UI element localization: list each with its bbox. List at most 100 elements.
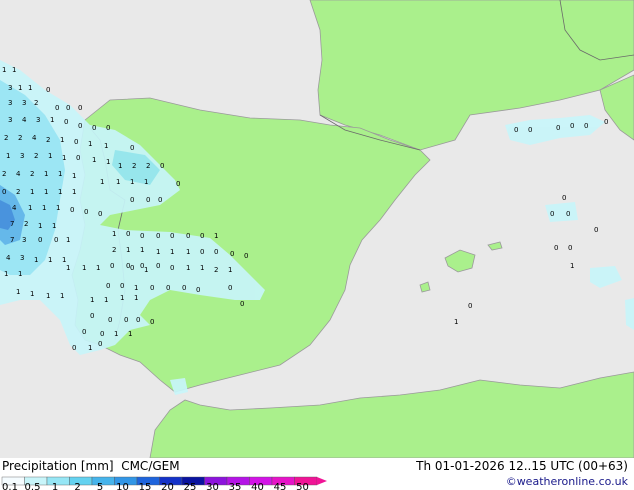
scale-tick-label: 30 — [206, 482, 219, 490]
precip-value: 1 — [56, 204, 60, 212]
precip-value: 0 — [150, 318, 154, 326]
precip-value: 0 — [106, 282, 110, 290]
precip-value: 1 — [96, 264, 100, 272]
precip-value: 0 — [568, 244, 572, 252]
precip-value: 2 — [34, 152, 38, 160]
precip-value: 1 — [126, 246, 130, 254]
precip-value: 0 — [64, 118, 68, 126]
precip-value: 1 — [18, 84, 22, 92]
precip-value: 1 — [156, 248, 160, 256]
scale-tick-label: 45 — [273, 482, 287, 490]
precip-value: 2 — [146, 162, 150, 170]
precip-value: 0 — [55, 104, 59, 112]
precip-value: 2 — [16, 188, 20, 196]
precip-value: 1 — [38, 222, 42, 230]
precip-value: 3 — [36, 116, 40, 124]
precip-value: 1 — [58, 188, 62, 196]
precip-value: 2 — [4, 134, 8, 142]
precip-value: 0 — [72, 344, 76, 352]
precip-value: 1 — [50, 116, 54, 124]
precip-value: 1 — [186, 248, 190, 256]
precip-value: 2 — [18, 134, 22, 142]
scale-tick-label: 50 — [296, 482, 309, 490]
precip-value: 1 — [66, 264, 70, 272]
precip-value: 7 — [10, 236, 14, 244]
precip-value: 0 — [156, 262, 160, 270]
precip-value: 1 — [42, 204, 46, 212]
scale-tick-label: 0.5 — [24, 482, 41, 490]
precip-value: 0 — [570, 122, 574, 130]
precip-value: 1 — [60, 292, 64, 300]
precip-value: 0 — [176, 180, 180, 188]
precip-value: 1 — [186, 264, 190, 272]
scale-arrow — [317, 477, 327, 485]
precip-value: 0 — [66, 104, 70, 112]
precip-value: 1 — [52, 222, 56, 230]
precip-value: 1 — [6, 152, 10, 160]
precip-value: 1 — [140, 246, 144, 254]
precip-value: 0 — [90, 312, 94, 320]
precip-value: 0 — [170, 264, 174, 272]
precip-value: 0 — [182, 284, 186, 292]
precip-value: 0 — [196, 286, 200, 294]
precip-value: 1 — [104, 142, 108, 150]
precip-value: 1 — [72, 188, 76, 196]
precip-value: 0 — [82, 328, 86, 336]
precip-value: 1 — [118, 162, 122, 170]
precip-value: 0 — [214, 248, 218, 256]
precip-value: 2 — [214, 266, 218, 274]
valid-time: Th 01-01-2026 12..15 UTC (00+63) — [416, 459, 628, 473]
precip-value: 1 — [88, 140, 92, 148]
precip-value: 0 — [594, 226, 598, 234]
precip-value: 0 — [200, 248, 204, 256]
precip-value: 0 — [110, 262, 114, 270]
precip-value: 2 — [2, 170, 6, 178]
precip-value: 1 — [12, 66, 16, 74]
precip-value: 0 — [150, 284, 154, 292]
legend-title-text: Precipitation [mm] — [2, 459, 114, 473]
precip-value: 0 — [550, 210, 554, 218]
precip-value: 1 — [144, 178, 148, 186]
map-viewer: 1131103320003431000022421011132110110242… — [0, 0, 634, 490]
precip-value: 0 — [566, 210, 570, 218]
precip-value: 0 — [554, 244, 558, 252]
precip-value: 0 — [76, 154, 80, 162]
scale-swatch — [91, 476, 115, 486]
precip-value: 0 — [200, 232, 204, 240]
precip-value: 0 — [136, 316, 140, 324]
precip-value: 3 — [8, 84, 12, 92]
precip-value: 1 — [454, 318, 458, 326]
precip-value: 0 — [156, 232, 160, 240]
precip-value: 1 — [44, 170, 48, 178]
precip-value: 4 — [12, 204, 17, 212]
scale-tick-label: 10 — [116, 482, 129, 490]
precip-value: 1 — [120, 294, 124, 302]
precip-value: 0 — [2, 188, 6, 196]
precip-value: 1 — [62, 154, 66, 162]
scale-swatch — [46, 476, 70, 486]
credit-link[interactable]: ©weatheronline.co.uk — [506, 475, 628, 488]
precip-value: 1 — [92, 156, 96, 164]
precip-value: 0 — [468, 302, 472, 310]
precip-value: 3 — [8, 99, 12, 107]
precip-value: 0 — [108, 316, 112, 324]
scale-tick-label: 20 — [161, 482, 174, 490]
precip-value: 1 — [114, 330, 118, 338]
precip-value: 0 — [160, 162, 164, 170]
precip-value: 1 — [90, 296, 94, 304]
precip-value: 0 — [74, 138, 78, 146]
precip-value: 3 — [22, 99, 26, 107]
precip-value: 0 — [100, 330, 104, 338]
precip-value: 1 — [570, 262, 574, 270]
precip-value: 1 — [112, 230, 116, 238]
precip-value: 1 — [28, 84, 32, 92]
precip-value: 0 — [130, 196, 134, 204]
precip-value: 1 — [134, 294, 138, 302]
precip-value: 0 — [514, 126, 518, 134]
precip-value: 0 — [78, 104, 82, 112]
precip-value: 1 — [88, 344, 92, 352]
precip-value: 1 — [60, 136, 64, 144]
scale-tick-label: 15 — [138, 482, 152, 490]
scale-tick-label: 40 — [251, 482, 264, 490]
precip-value: 1 — [62, 256, 66, 264]
